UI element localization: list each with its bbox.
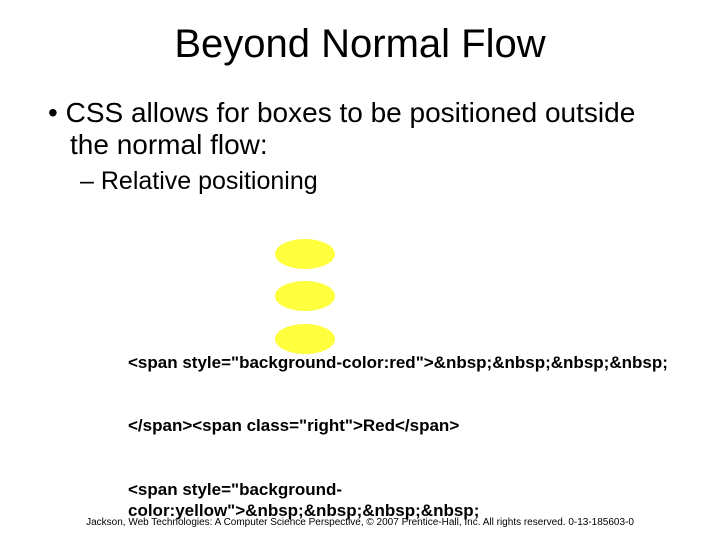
bullet2-text: Relative positioning [101,167,318,195]
code-line: <span style="background-color:yellow">&n… [128,479,680,522]
highlight-oval-icon [275,239,335,269]
bullet-level-2: Relative positioning [40,167,680,196]
slide-title: Beyond Normal Flow [0,0,720,67]
bullet1-text: CSS allows for boxes to be positioned ou… [66,97,636,160]
highlight-oval-icon [275,324,335,354]
code-block: <span style="background-color:red">&nbsp… [128,224,680,540]
code-line: </span><span class="right">Red</span> [128,415,680,436]
slide-body: CSS allows for boxes to be positioned ou… [0,67,720,540]
highlight-oval-icon [275,281,335,311]
bullet-level-1: CSS allows for boxes to be positioned ou… [40,97,680,161]
slide: Beyond Normal Flow CSS allows for boxes … [0,0,720,540]
code-line: <span style="background-color:red">&nbsp… [128,352,680,373]
